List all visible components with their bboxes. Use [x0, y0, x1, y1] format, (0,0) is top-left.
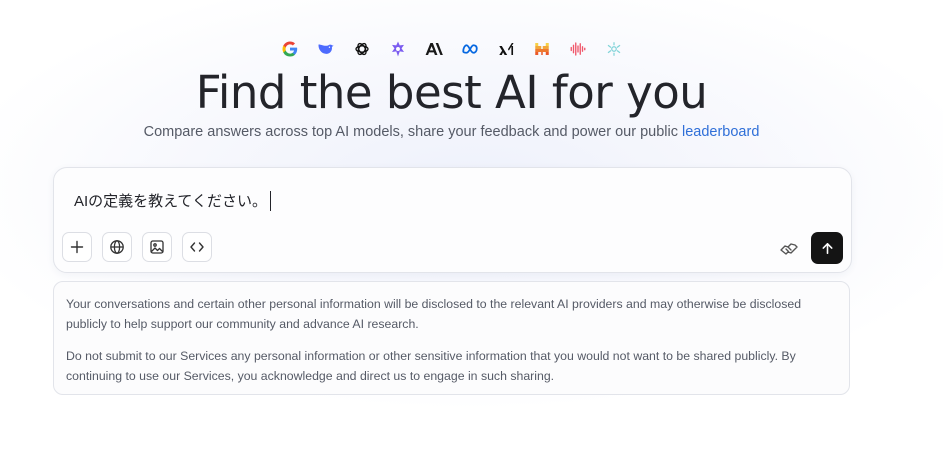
arrow-up-icon — [821, 242, 833, 254]
prompt-composer: AIの定義を教えてください。 — [53, 167, 852, 273]
page: Find the best AI for you Compare answers… — [0, 0, 943, 453]
image-icon — [150, 240, 164, 254]
plus-icon — [70, 240, 84, 254]
xai-logo-icon — [497, 40, 515, 58]
openai-logo-icon — [353, 40, 371, 58]
cohere-style-logo-icon — [605, 40, 623, 58]
handshake-button[interactable] — [778, 237, 800, 259]
web-search-button[interactable] — [102, 232, 132, 262]
handshake-icon — [780, 243, 798, 255]
disclaimer-paragraph-2: Do not submit to our Services any person… — [66, 349, 796, 383]
prompt-input[interactable]: AIの定義を教えてください。 — [74, 190, 271, 211]
code-mode-button[interactable] — [182, 232, 212, 262]
send-button[interactable] — [811, 232, 843, 264]
code-icon — [190, 242, 204, 252]
gemini-style-logo-icon — [389, 40, 407, 58]
add-attachment-button[interactable] — [62, 232, 92, 262]
meta-logo-icon — [461, 40, 479, 58]
page-title: Find the best AI for you — [195, 66, 708, 119]
text-caret — [269, 190, 271, 211]
page-subtitle: Compare answers across top AI models, sh… — [0, 124, 903, 140]
globe-icon — [110, 240, 124, 254]
privacy-disclaimer: Your conversations and certain other per… — [53, 281, 850, 395]
waveform-logo-icon — [569, 40, 587, 58]
google-logo-icon — [281, 40, 299, 58]
image-generation-button[interactable] — [142, 232, 172, 262]
leaderboard-link[interactable]: leaderboard — [682, 124, 759, 140]
prompt-input-value: AIの定義を教えてください。 — [74, 193, 267, 210]
disclaimer-paragraph-1: Your conversations and certain other per… — [66, 297, 802, 331]
model-logos-row — [281, 40, 623, 58]
deepseek-logo-icon — [317, 40, 335, 58]
mistral-logo-icon — [533, 40, 551, 58]
anthropic-logo-icon — [425, 40, 443, 58]
subtitle-text: Compare answers across top AI models, sh… — [143, 124, 682, 140]
